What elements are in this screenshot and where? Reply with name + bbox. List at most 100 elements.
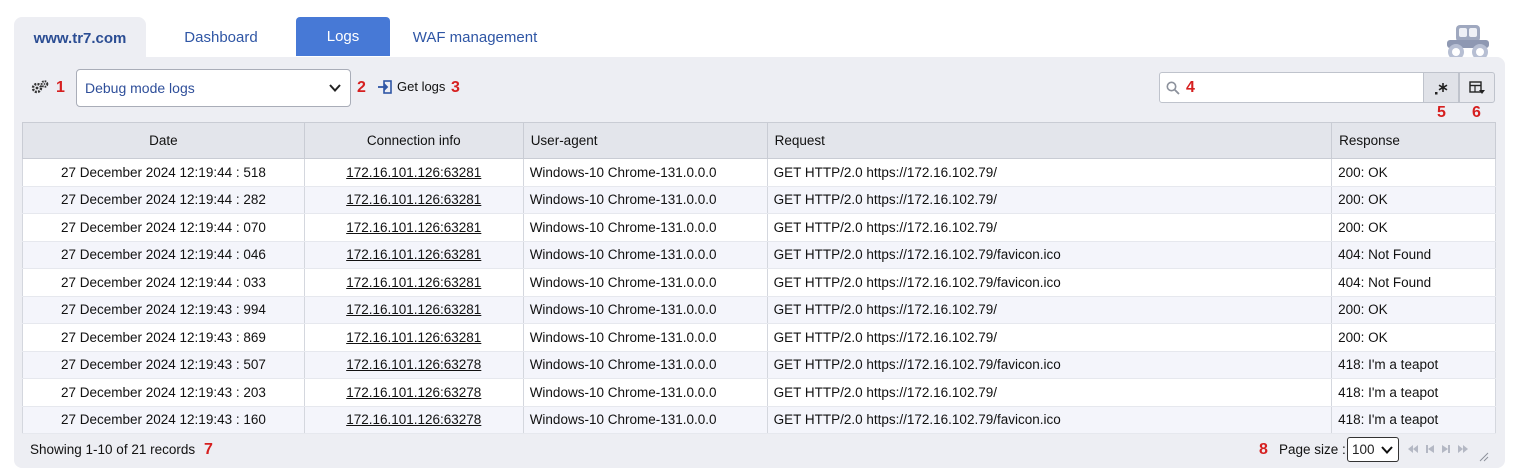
search-icon: [1166, 81, 1180, 95]
cell-user-agent: Windows-10 Chrome-131.0.0.0: [522, 406, 768, 434]
table-row[interactable]: 27 December 2024 12:19:43 : 160 172.16.1…: [22, 406, 1496, 434]
marker-8: 8: [1259, 441, 1268, 458]
table-row[interactable]: 27 December 2024 12:19:43 : 869 172.16.1…: [22, 323, 1496, 352]
table-row[interactable]: 27 December 2024 12:19:43 : 203 172.16.1…: [22, 378, 1496, 407]
sign-in-icon: [378, 79, 392, 94]
column-select-icon: [1469, 80, 1485, 94]
cell-connection-link[interactable]: 172.16.101.126:63281: [303, 158, 524, 187]
cell-user-agent: Windows-10 Chrome-131.0.0.0: [522, 296, 768, 324]
regex-icon: [1435, 82, 1448, 94]
column-select-button[interactable]: [1459, 72, 1495, 103]
get-logs-button[interactable]: Get logs: [378, 79, 445, 94]
table-row[interactable]: 27 December 2024 12:19:43 : 507 172.16.1…: [22, 351, 1496, 379]
marker-5: 5: [1437, 104, 1446, 121]
marker-6: 6: [1472, 104, 1481, 121]
column-header-request[interactable]: Request: [766, 122, 1333, 159]
previous-page-icon[interactable]: [1425, 444, 1435, 454]
column-header-response[interactable]: Response: [1331, 122, 1496, 159]
search-input[interactable]: [1186, 73, 1423, 102]
cell-connection-link[interactable]: 172.16.101.126:63281: [303, 213, 524, 242]
cell-date: 27 December 2024 12:19:43 : 203: [22, 378, 305, 407]
get-logs-label: Get logs: [397, 79, 446, 94]
marker-3: 3: [451, 79, 460, 96]
cell-response: 200: OK: [1331, 158, 1496, 187]
gears-icon[interactable]: [31, 80, 49, 94]
cell-response: 418: I'm a teapot: [1331, 378, 1496, 407]
tractor-logo-icon: [1447, 25, 1489, 60]
cell-response: 200: OK: [1331, 323, 1496, 352]
marker-2: 2: [357, 79, 366, 96]
page-size-value: 100: [1352, 442, 1375, 457]
cell-connection-link[interactable]: 172.16.101.126:63281: [303, 186, 524, 214]
regex-toggle-button[interactable]: [1423, 72, 1459, 103]
cell-request: GET HTTP/2.0 https://172.16.102.79/: [766, 296, 1333, 324]
cell-user-agent: Windows-10 Chrome-131.0.0.0: [522, 213, 768, 242]
cell-date: 27 December 2024 12:19:43 : 994: [22, 296, 305, 324]
cell-connection-link[interactable]: 172.16.101.126:63281: [303, 323, 524, 352]
cell-date: 27 December 2024 12:19:43 : 160: [22, 406, 305, 434]
marker-7: 7: [204, 441, 213, 458]
cell-user-agent: Windows-10 Chrome-131.0.0.0: [522, 268, 768, 297]
cell-request: GET HTTP/2.0 https://172.16.102.79/: [766, 378, 1333, 407]
cell-connection-link[interactable]: 172.16.101.126:63281: [303, 241, 524, 269]
tab-bar: www.tr7.com Dashboard Logs WAF managemen…: [14, 17, 560, 59]
cell-response: 404: Not Found: [1331, 241, 1496, 269]
chevron-down-icon: [329, 84, 341, 92]
cell-response: 200: OK: [1331, 186, 1496, 214]
cell-request: GET HTTP/2.0 https://172.16.102.79/: [766, 158, 1333, 187]
marker-1: 1: [56, 79, 65, 96]
cell-response: 404: Not Found: [1331, 268, 1496, 297]
logs-table: Date Connection info User-agent Request …: [22, 122, 1496, 434]
cell-user-agent: Windows-10 Chrome-131.0.0.0: [522, 158, 768, 187]
cell-response: 200: OK: [1331, 296, 1496, 324]
tab-dashboard[interactable]: Dashboard: [146, 17, 296, 57]
marker-4: 4: [1186, 79, 1195, 96]
resize-handle-icon[interactable]: [1479, 452, 1489, 462]
cell-response: 418: I'm a teapot: [1331, 406, 1496, 434]
log-type-selected: Debug mode logs: [85, 80, 195, 96]
cell-date: 27 December 2024 12:19:44 : 518: [22, 158, 305, 187]
page-size-select[interactable]: 100: [1347, 437, 1399, 462]
cell-user-agent: Windows-10 Chrome-131.0.0.0: [522, 241, 768, 269]
cell-connection-link[interactable]: 172.16.101.126:63278: [303, 378, 524, 407]
cell-connection-link[interactable]: 172.16.101.126:63278: [303, 351, 524, 379]
cell-date: 27 December 2024 12:19:44 : 046: [22, 241, 305, 269]
tab-site[interactable]: www.tr7.com: [14, 17, 146, 59]
cell-request: GET HTTP/2.0 https://172.16.102.79/favic…: [766, 241, 1333, 269]
table-row[interactable]: 27 December 2024 12:19:44 : 070 172.16.1…: [22, 213, 1496, 242]
cell-request: GET HTTP/2.0 https://172.16.102.79/: [766, 186, 1333, 214]
column-header-user-agent[interactable]: User-agent: [522, 122, 768, 159]
first-page-icon[interactable]: [1407, 444, 1419, 454]
cell-date: 27 December 2024 12:19:43 : 507: [22, 351, 305, 379]
cell-request: GET HTTP/2.0 https://172.16.102.79/: [766, 323, 1333, 352]
cell-connection-link[interactable]: 172.16.101.126:63278: [303, 406, 524, 434]
records-count-text: Showing 1-10 of 21 records: [30, 442, 196, 457]
tab-waf-management[interactable]: WAF management: [390, 17, 560, 57]
next-page-icon[interactable]: [1441, 444, 1451, 454]
cell-request: GET HTTP/2.0 https://172.16.102.79/favic…: [766, 351, 1333, 379]
tab-logs[interactable]: Logs: [296, 17, 390, 56]
table-row[interactable]: 27 December 2024 12:19:44 : 046 172.16.1…: [22, 241, 1496, 269]
pagination-controls: [1407, 444, 1469, 454]
column-header-connection-info[interactable]: Connection info: [303, 122, 524, 159]
cell-connection-link[interactable]: 172.16.101.126:63281: [303, 296, 524, 324]
log-type-select[interactable]: Debug mode logs: [76, 69, 351, 107]
table-header-row: Date Connection info User-agent Request …: [22, 122, 1496, 159]
table-row[interactable]: 27 December 2024 12:19:44 : 518 172.16.1…: [22, 158, 1496, 187]
column-header-date[interactable]: Date: [22, 122, 305, 159]
cell-date: 27 December 2024 12:19:44 : 070: [22, 213, 305, 242]
cell-user-agent: Windows-10 Chrome-131.0.0.0: [522, 323, 768, 352]
cell-request: GET HTTP/2.0 https://172.16.102.79/favic…: [766, 406, 1333, 434]
table-row[interactable]: 27 December 2024 12:19:44 : 282 172.16.1…: [22, 186, 1496, 214]
cell-date: 27 December 2024 12:19:44 : 282: [22, 186, 305, 214]
table-row[interactable]: 27 December 2024 12:19:44 : 033 172.16.1…: [22, 268, 1496, 297]
page-size-label: Page size :: [1279, 442, 1346, 457]
chevron-down-icon: [1381, 446, 1393, 454]
cell-connection-link[interactable]: 172.16.101.126:63281: [303, 268, 524, 297]
table-row[interactable]: 27 December 2024 12:19:43 : 994 172.16.1…: [22, 296, 1496, 324]
search-box: [1159, 72, 1424, 103]
cell-response: 418: I'm a teapot: [1331, 351, 1496, 379]
cell-user-agent: Windows-10 Chrome-131.0.0.0: [522, 378, 768, 407]
last-page-icon[interactable]: [1457, 444, 1469, 454]
cell-response: 200: OK: [1331, 213, 1496, 242]
